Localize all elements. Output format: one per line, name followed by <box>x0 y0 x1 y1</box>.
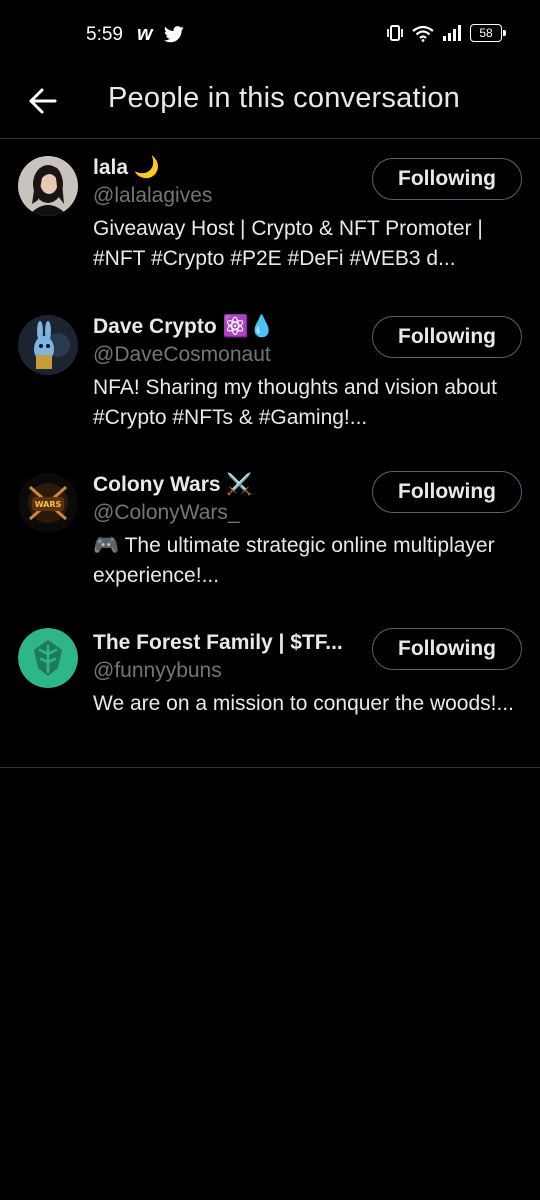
person-list-item[interactable]: The Forest Family | $TF... @funnyybuns W… <box>0 628 540 719</box>
person-list-item[interactable]: Dave Crypto ⚛️💧 @DaveCosmonaut NFA! Shar… <box>0 315 540 433</box>
app-notification-icon: w <box>137 23 153 45</box>
following-button[interactable]: Following <box>372 316 522 358</box>
vibrate-icon <box>387 25 403 41</box>
user-bio: Giveaway Host | Crypto & NFT Promoter | … <box>93 217 483 270</box>
list-divider <box>0 767 540 768</box>
forest-family-logo-icon <box>18 628 78 688</box>
avatar[interactable] <box>18 628 78 688</box>
following-button[interactable]: Following <box>372 628 522 670</box>
following-button[interactable]: Following <box>372 471 522 513</box>
status-bar: 5:59 w 58 <box>0 0 540 72</box>
following-button[interactable]: Following <box>372 158 522 200</box>
avatar[interactable] <box>18 315 78 375</box>
signal-icon <box>443 25 461 41</box>
user-bio: We are on a mission to conquer the woods… <box>93 692 515 715</box>
twitter-bird-icon <box>164 26 184 43</box>
avatar[interactable] <box>18 156 78 216</box>
page-title: People in this conversation <box>108 82 460 114</box>
person-list-item[interactable]: WARS Colony Wars ⚔️ @ColonyWars_ 🎮 The u… <box>0 471 540 591</box>
avatar-image <box>18 315 78 375</box>
avatar-image <box>18 156 78 216</box>
avatar[interactable]: WARS <box>18 473 78 533</box>
user-bio: NFA! Sharing my thoughts and vision abou… <box>93 376 497 429</box>
page-header: People in this conversation <box>0 72 540 139</box>
status-time: 5:59 <box>86 24 123 45</box>
svg-text:WARS: WARS <box>35 500 62 509</box>
battery-icon: 58 <box>470 24 506 42</box>
user-bio: 🎮 The ultimate strategic online multipla… <box>93 534 495 587</box>
arrow-left-icon[interactable] <box>26 84 60 118</box>
person-list-item[interactable]: lala 🌙 @lalalagives Giveaway Host | Cryp… <box>0 156 540 274</box>
wifi-icon <box>412 25 434 42</box>
avatar-image: WARS <box>18 473 78 533</box>
